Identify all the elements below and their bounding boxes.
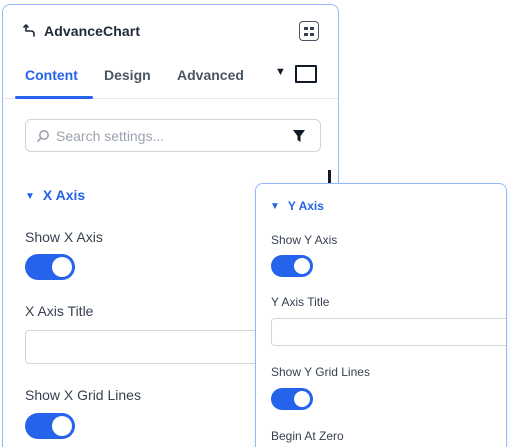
search-input[interactable] [56,126,276,146]
show-x-axis-toggle[interactable] [25,254,75,280]
caret-down-icon: ▼ [270,201,280,212]
begin-at-zero-label: Begin At Zero [271,429,344,443]
panel-header: AdvanceChart [3,5,338,55]
y-axis-title-label: Y Axis Title [271,295,330,309]
layout-grid-icon[interactable] [299,21,319,41]
y-axis-title-input[interactable] [271,318,506,346]
show-y-grid-lines-label: Show Y Grid Lines [271,365,370,379]
panel-title: AdvanceChart [44,23,141,39]
tab-content[interactable]: Content [25,67,78,83]
x-axis-title-label: X Axis Title [25,303,94,319]
back-arrow-icon[interactable] [23,24,37,38]
tab-design[interactable]: Design [104,67,151,83]
caret-down-icon: ▼ [25,191,35,202]
y-axis-floating-panel: ▼ Y Axis Show Y Axis Y Axis Title Show Y … [255,183,507,447]
show-x-grid-lines-toggle[interactable] [25,413,75,439]
show-y-axis-label: Show Y Axis [271,233,338,247]
desktop-icon[interactable] [295,65,317,83]
tab-bar: Content Design Advanced ▼ [3,55,338,99]
show-y-axis-toggle[interactable] [271,255,313,277]
tab-advanced[interactable]: Advanced [177,67,244,83]
y-axis-section-header[interactable]: ▼ Y Axis [270,199,324,213]
search-icon [37,130,49,142]
active-tab-indicator [15,96,93,99]
search-box [25,119,321,152]
show-y-grid-lines-toggle[interactable] [271,388,313,410]
y-axis-section-label: Y Axis [287,199,324,213]
show-x-axis-label: Show X Axis [25,229,103,245]
x-axis-section-header[interactable]: ▼ X Axis [25,187,85,203]
show-x-grid-lines-label: Show X Grid Lines [25,387,141,403]
caret-down-icon[interactable]: ▼ [275,66,286,78]
filter-icon[interactable] [292,129,306,143]
x-axis-section-label: X Axis [42,187,86,203]
